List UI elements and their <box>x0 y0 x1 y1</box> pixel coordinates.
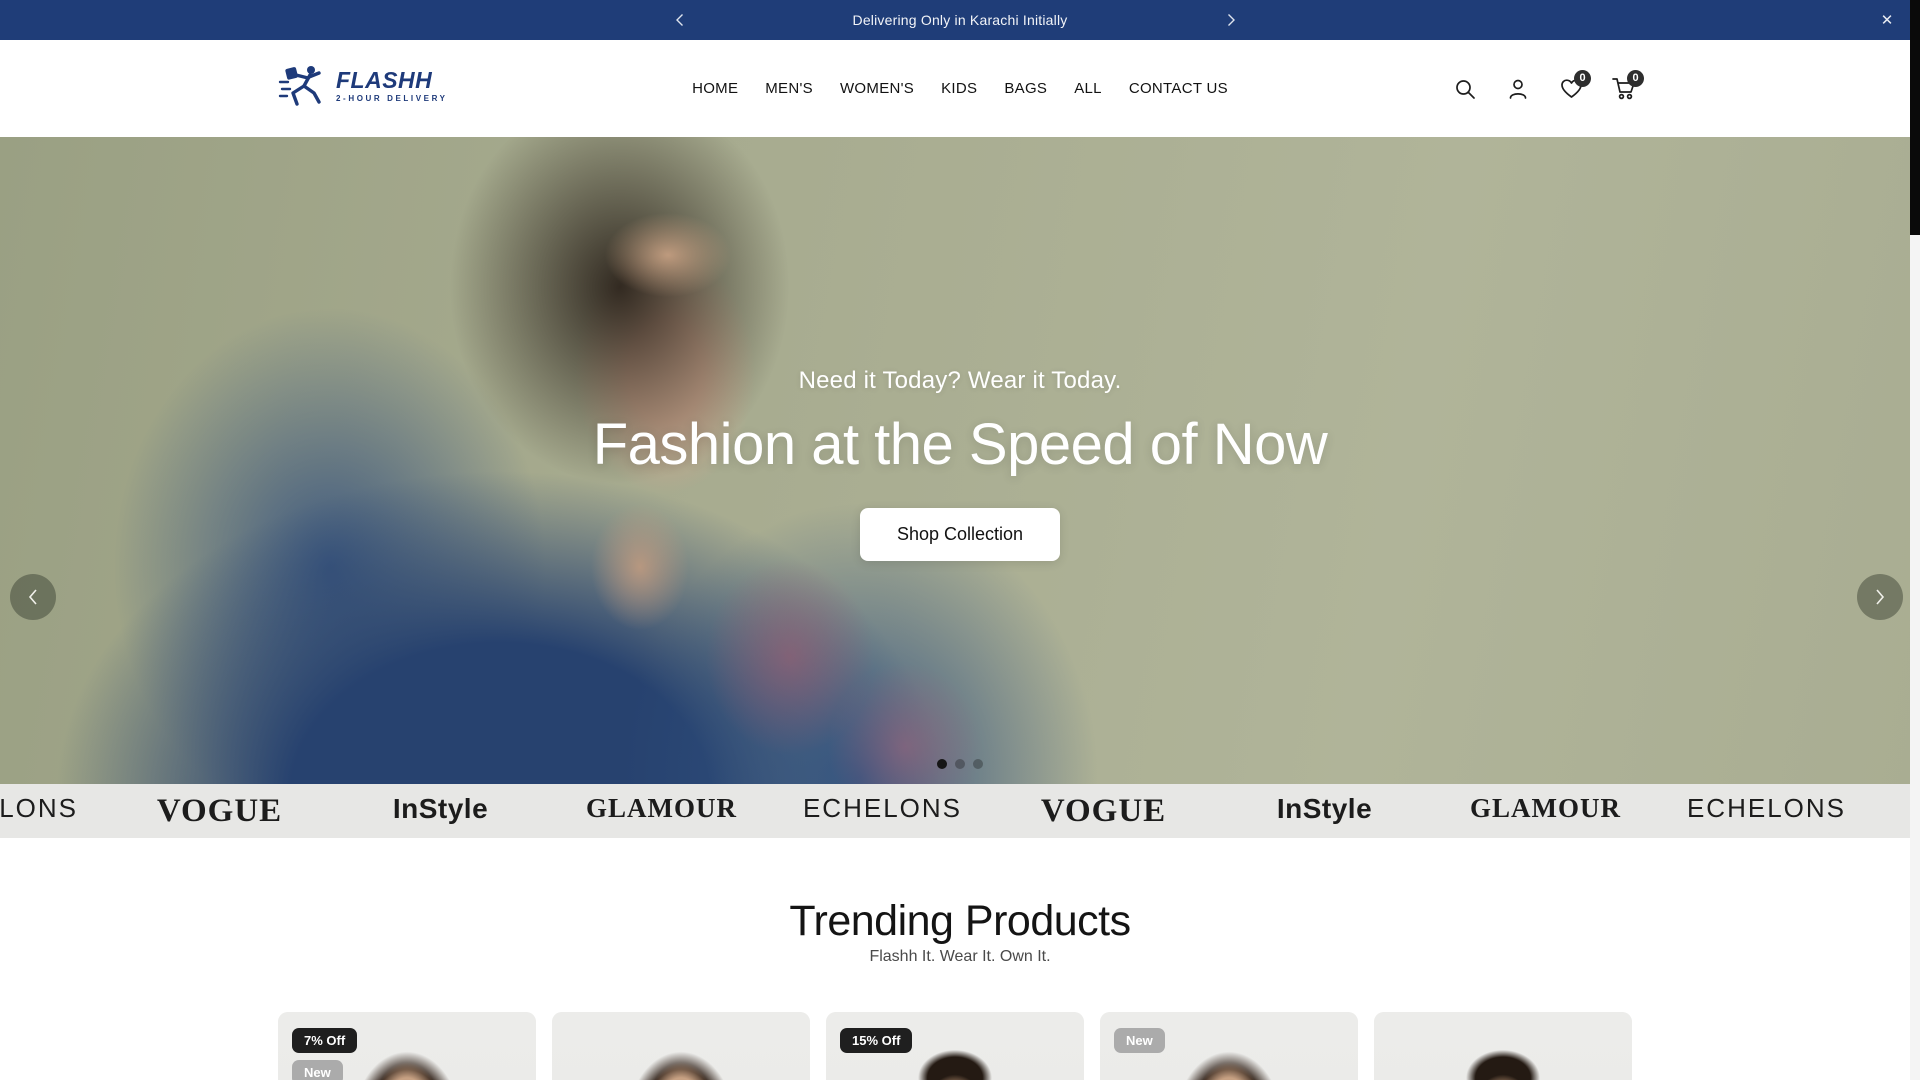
hero-carousel: Need it Today? Wear it Today. Fashion at… <box>0 137 1920 784</box>
product-card[interactable] <box>1374 1012 1632 1080</box>
cart-count-badge: 0 <box>1627 69 1644 87</box>
site-header: FLASHH 2-HOUR DELIVERY HOME MEN'S WOMEN'S K… <box>0 40 1920 137</box>
hero-content: Need it Today? Wear it Today. Fashion at… <box>0 137 1920 784</box>
hero-dot-3[interactable] <box>973 759 983 769</box>
brand-logo-instyle: InStyle <box>392 792 489 824</box>
trending-subtitle: Flashh It. Wear It. Own It. <box>869 948 1051 965</box>
wishlist-button[interactable]: 0 <box>1553 69 1591 107</box>
chevron-right-icon <box>1876 589 1885 605</box>
wishlist-count-badge: 0 <box>1574 69 1591 87</box>
nav-item-bags[interactable]: BAGS <box>1004 80 1047 97</box>
discount-badge: 15% Off <box>840 1028 913 1053</box>
account-button[interactable] <box>1500 71 1536 107</box>
product-card[interactable]: 7% Off New <box>278 1012 536 1080</box>
chevron-right-icon <box>1228 14 1235 26</box>
announcement-message: Delivering Only in Karachi Initially <box>852 12 1068 28</box>
announcement-close-button[interactable]: ✕ <box>1878 11 1896 29</box>
product-card[interactable]: New <box>1100 1012 1358 1080</box>
product-photo-man-portrait <box>1374 1012 1632 1080</box>
nav-item-home[interactable]: HOME <box>692 80 738 97</box>
new-badge: New <box>1114 1028 1165 1053</box>
page-scrollbar[interactable] <box>1910 0 1920 1080</box>
brand-logo-echelons: ECHELONS <box>1686 792 1847 823</box>
trending-title: Trending Products <box>789 897 1131 945</box>
brand-logo-vogue: VOGUE <box>156 792 283 829</box>
brand-logo-glamour: GLAMOUR <box>1470 792 1621 823</box>
hero-dot-2[interactable] <box>955 759 965 769</box>
product-badges: New <box>1114 1028 1165 1053</box>
chevron-left-icon <box>28 589 37 605</box>
product-badges: 15% Off <box>840 1028 913 1053</box>
brand-logo-echelons: ECHELONS <box>0 792 79 823</box>
storefront-page: Delivering Only in Karachi Initially ✕ F… <box>0 0 1920 1080</box>
cart-button[interactable]: 0 <box>1606 69 1644 107</box>
brand-marquee: ECHELONS VOGUE InStyle GLAMOUR ECHELONS VOGUE… <box>0 784 1920 838</box>
product-grid: 7% Off New 15% Off New <box>278 1012 1632 1080</box>
nav-item-contact-us[interactable]: CONTACT US <box>1129 80 1228 97</box>
hero-next-button[interactable] <box>1857 574 1903 620</box>
hero-title: Fashion at the Speed of Now <box>592 411 1328 477</box>
scrollbar-thumb[interactable] <box>1910 0 1920 235</box>
account-icon <box>1509 79 1527 99</box>
hero-prev-button[interactable] <box>10 574 56 620</box>
nav-item-all[interactable]: ALL <box>1074 80 1102 97</box>
product-card[interactable]: 15% Off <box>826 1012 1084 1080</box>
shop-collection-button[interactable]: Shop Collection <box>859 507 1061 561</box>
nav-item-kids[interactable]: KIDS <box>941 80 977 97</box>
new-badge: New <box>292 1060 343 1080</box>
hero-eyebrow: Need it Today? Wear it Today. <box>798 366 1122 394</box>
product-photo-woman-portrait <box>552 1012 810 1080</box>
search-icon <box>1456 79 1475 99</box>
brand-marquee-track: ECHELONS VOGUE InStyle GLAMOUR ECHELONS VOGUE… <box>0 793 1877 830</box>
product-badges: 7% Off New <box>292 1028 358 1080</box>
brand-logo-vogue: VOGUE <box>1040 792 1167 829</box>
announcement-next-button[interactable] <box>1219 8 1243 32</box>
hero-dot-1[interactable] <box>937 759 947 769</box>
discount-badge: 7% Off <box>292 1028 358 1053</box>
hero-slide-dots <box>0 759 1920 769</box>
brand-logo-echelons: ECHELONS <box>802 792 963 823</box>
search-button[interactable] <box>1447 71 1483 107</box>
brand-logo-glamour: GLAMOUR <box>586 792 737 823</box>
nav-item-women-s[interactable]: WOMEN'S <box>840 80 914 97</box>
product-card[interactable] <box>552 1012 810 1080</box>
announcement-bar: Delivering Only in Karachi Initially ✕ <box>0 0 1920 40</box>
nav-item-men-s[interactable]: MEN'S <box>765 80 813 97</box>
header-actions: 0 0 <box>1447 40 1644 137</box>
brand-logo-instyle: InStyle <box>1276 792 1373 824</box>
